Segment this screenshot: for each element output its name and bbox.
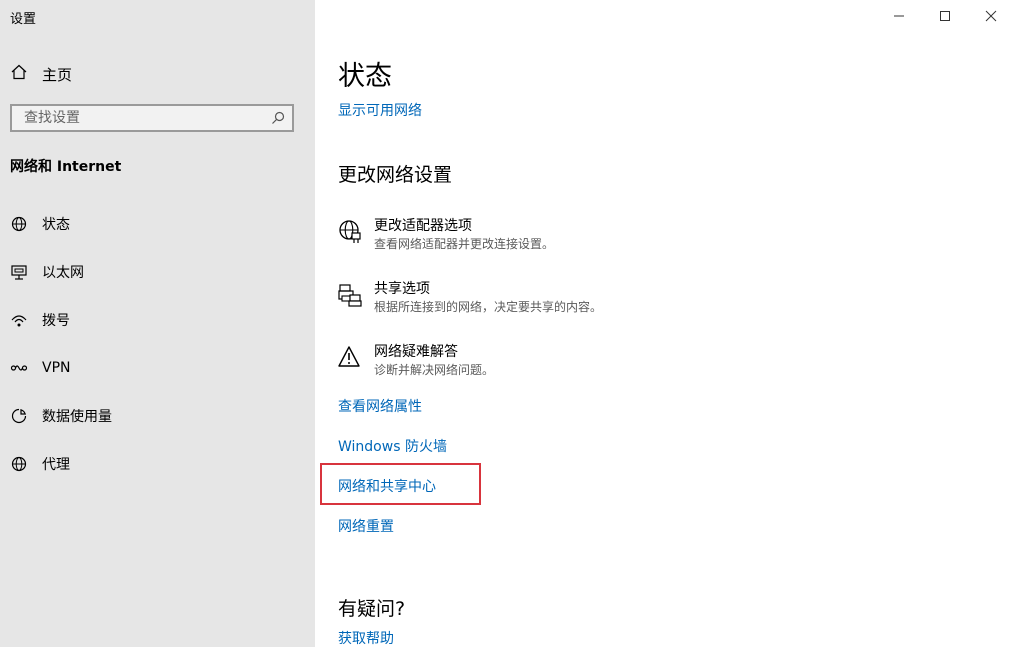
option-description: 查看网络适配器并更改连接设置。 xyxy=(374,237,555,251)
sidebar-item-label: 拨号 xyxy=(42,313,70,329)
close-icon xyxy=(985,7,997,26)
home-label: 主页 xyxy=(42,65,73,84)
sidebar-item-ethernet[interactable]: 以太网 xyxy=(10,260,300,284)
window-controls xyxy=(876,4,1014,28)
sidebar-item-proxy[interactable]: 代理 xyxy=(10,452,300,476)
printer-share-icon xyxy=(338,282,362,308)
close-button[interactable] xyxy=(968,4,1014,28)
page-title: 状态 xyxy=(338,61,392,92)
network-reset-link[interactable]: 网络重置 xyxy=(338,516,394,536)
change-adapter-options[interactable]: 更改适配器选项 查看网络适配器并更改连接设置。 xyxy=(338,217,554,252)
sidebar-item-label: 以太网 xyxy=(42,265,84,281)
sidebar-item-label: VPN xyxy=(42,360,71,376)
option-title: 共享选项 xyxy=(374,281,430,297)
sidebar-item-label: 状态 xyxy=(42,217,70,233)
sidebar-item-label: 数据使用量 xyxy=(42,409,112,425)
show-available-networks-link[interactable]: 显示可用网络 xyxy=(338,100,422,120)
option-description: 诊断并解决网络问题。 xyxy=(374,363,495,377)
globe-icon xyxy=(10,455,28,473)
search-input[interactable] xyxy=(22,109,266,127)
home-icon xyxy=(10,63,28,85)
option-description: 根据所连接到的网络，决定要共享的内容。 xyxy=(374,300,603,314)
vpn-icon xyxy=(10,359,28,377)
get-help-link[interactable]: 获取帮助 xyxy=(338,628,394,648)
option-title: 更改适配器选项 xyxy=(374,218,472,234)
search-icon[interactable] xyxy=(270,110,286,130)
sidebar-item-label: 代理 xyxy=(42,457,70,473)
option-title: 网络疑难解答 xyxy=(374,344,458,360)
dialup-icon xyxy=(10,311,28,329)
sidebar-item-vpn[interactable]: VPN xyxy=(10,356,300,380)
windows-firewall-link[interactable]: Windows 防火墙 xyxy=(338,436,447,456)
app-title: 设置 xyxy=(10,12,37,27)
maximize-icon xyxy=(939,7,951,26)
data-usage-icon xyxy=(10,407,28,425)
network-troubleshooter[interactable]: 网络疑难解答 诊断并解决网络问题。 xyxy=(338,343,494,378)
main-content: 状态 显示可用网络 更改网络设置 更改适配器选项 查看网络适配器并更改连接设置。… xyxy=(315,0,1014,647)
minimize-icon xyxy=(893,7,905,26)
adapter-icon xyxy=(338,219,362,245)
home-nav-item[interactable]: 主页 xyxy=(10,62,72,86)
help-heading: 有疑问? xyxy=(338,598,406,620)
maximize-button[interactable] xyxy=(922,4,968,28)
view-network-properties-link[interactable]: 查看网络属性 xyxy=(338,396,422,416)
search-box[interactable] xyxy=(10,104,294,132)
warning-icon xyxy=(338,345,362,371)
sidebar-item-status[interactable]: 状态 xyxy=(10,212,300,236)
sharing-options[interactable]: 共享选项 根据所连接到的网络，决定要共享的内容。 xyxy=(338,280,602,315)
globe-status-icon xyxy=(10,215,28,233)
network-sharing-center-link[interactable]: 网络和共享中心 xyxy=(338,476,436,496)
sidebar-item-dialup[interactable]: 拨号 xyxy=(10,308,300,332)
ethernet-icon xyxy=(10,263,28,281)
sidebar-item-data-usage[interactable]: 数据使用量 xyxy=(10,404,300,428)
section-title: 网络和 Internet xyxy=(10,159,122,175)
sidebar: 设置 主页 网络和 Internet 状态 以太网 拨号 VP xyxy=(0,0,315,647)
change-network-settings-heading: 更改网络设置 xyxy=(338,164,453,186)
minimize-button[interactable] xyxy=(876,4,922,28)
